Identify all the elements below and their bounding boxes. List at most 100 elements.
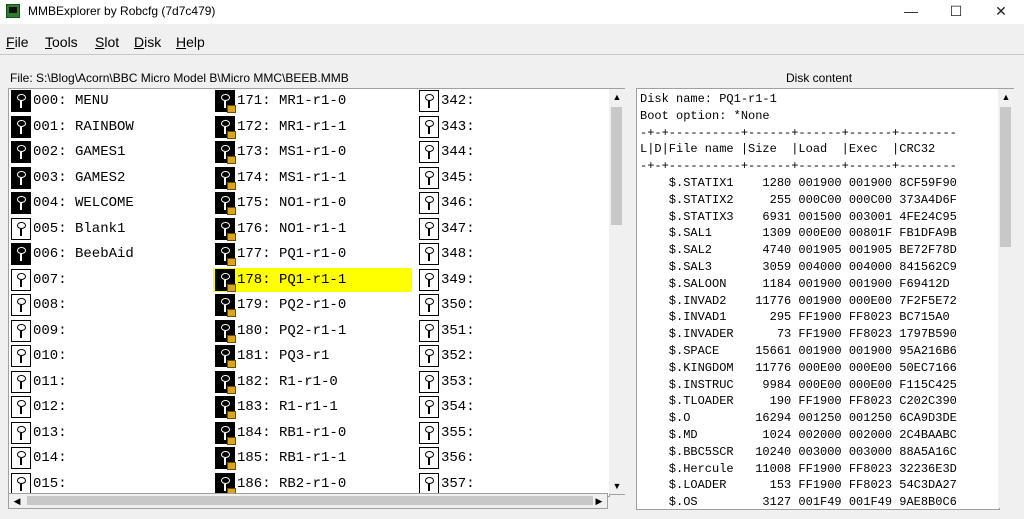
slot-item[interactable]: 186: RB2-r1-0 <box>213 472 412 496</box>
disk-content-line: $.BBC5SCR 10240 003000 003000 88A5A16C <box>640 444 957 459</box>
slot-label: 008: <box>33 297 67 313</box>
slot-label: 176: NO1-r1-1 <box>237 220 347 237</box>
slot-item[interactable]: 008: <box>9 293 208 317</box>
minimize-button[interactable]: — <box>888 0 934 24</box>
menu-file[interactable]: File <box>6 34 29 50</box>
slot-item[interactable]: 347: <box>417 217 609 241</box>
content-scroll-up-icon[interactable]: ▲ <box>998 89 1014 105</box>
slot-label: 356: <box>441 450 475 466</box>
slot-item[interactable]: 000: MENU <box>9 89 208 113</box>
slot-item[interactable]: 002: GAMES1 <box>9 140 208 164</box>
locked-disk-icon <box>215 396 236 419</box>
slot-label: 349: <box>441 271 475 288</box>
slot-label: 342: <box>441 93 475 109</box>
slots-vertical-scrollbar[interactable]: ▲ ▼ <box>609 88 625 495</box>
slot-label: 012: <box>33 399 67 415</box>
slot-item[interactable]: 180: PQ2-r1-1 <box>213 319 412 343</box>
content-scroll-thumb[interactable] <box>1000 107 1011 247</box>
slot-item[interactable]: 176: NO1-r1-1 <box>213 217 412 241</box>
slot-item[interactable]: 351: <box>417 319 609 343</box>
slot-label: 352: <box>441 348 475 364</box>
disk-content-panel[interactable]: Disk name: PQ1-r1-1 Boot option: *None -+-… <box>636 88 1000 510</box>
lock-icon <box>227 436 236 445</box>
slot-item[interactable]: 010: <box>9 344 208 368</box>
slot-label: 175: NO1-r1-0 <box>237 195 347 211</box>
empty-disk-icon <box>419 115 439 138</box>
menu-slot[interactable]: Slot <box>95 34 119 50</box>
disk-content-line: $.INSTRUC 9984 000E00 000E00 F115C425 <box>640 377 957 392</box>
slot-item[interactable]: 009: <box>9 319 208 343</box>
scroll-right-icon[interactable]: ▶ <box>591 494 607 508</box>
slot-item[interactable]: 177: PQ1-r1-0 <box>213 242 412 266</box>
slot-item[interactable]: 172: MR1-r1-1 <box>213 115 412 139</box>
menu-tools[interactable]: Tools <box>45 34 78 50</box>
slot-item[interactable]: 001: RAINBOW <box>9 115 208 139</box>
disk-content-line: $.STATIX3 6931 001500 003001 4FE24C95 <box>640 209 957 224</box>
slot-item[interactable]: 006: BeebAid <box>9 242 208 266</box>
slot-item[interactable]: 171: MR1-r1-0 <box>213 89 412 113</box>
slot-item[interactable]: 007: <box>9 268 208 292</box>
slot-item[interactable]: 343: <box>417 115 609 139</box>
slot-item[interactable]: 346: <box>417 191 609 215</box>
maximize-button[interactable]: ☐ <box>933 0 979 24</box>
slots-list[interactable]: 000: MENU 001: RAINBOW 002: GAMES1 003: GAM… <box>8 88 610 497</box>
disk-content-scrollbar[interactable]: ▲ <box>998 88 1014 508</box>
slot-item[interactable]: 348: <box>417 242 609 266</box>
menu-tools-mnemonic: T <box>45 34 52 50</box>
slot-item[interactable]: 350: <box>417 293 609 317</box>
disk-content-line: $.OS 3127 001F49 001F49 9AE8B0C6 <box>640 495 957 510</box>
slot-item[interactable]: 011: <box>9 370 208 394</box>
slot-label: 014: <box>33 450 67 466</box>
locked-disk-icon <box>215 472 236 496</box>
slot-item[interactable]: 342: <box>417 89 609 113</box>
disk-content-line: $.LOADER 153 FF1900 FF8023 54C3DA27 <box>640 478 957 493</box>
slot-item[interactable]: 353: <box>417 370 609 394</box>
slot-item[interactable]: 181: PQ3-r1 <box>213 344 412 368</box>
lock-icon <box>227 181 236 190</box>
menu-help[interactable]: Help <box>176 34 205 50</box>
slot-item[interactable]: 003: GAMES2 <box>9 166 208 190</box>
slot-item[interactable]: 355: <box>417 421 609 445</box>
slot-item[interactable]: 005: Blank1 <box>9 217 208 241</box>
slot-label: 344: <box>441 144 475 160</box>
slot-item[interactable]: 357: <box>417 472 609 496</box>
slot-item[interactable]: 344: <box>417 140 609 164</box>
empty-disk-icon <box>11 345 31 367</box>
slot-item[interactable]: 004: WELCOME <box>9 191 208 215</box>
scroll-up-icon[interactable]: ▲ <box>609 89 625 105</box>
slots-horizontal-scroll-thumb[interactable] <box>27 496 593 505</box>
menu-disk[interactable]: Disk <box>134 34 161 50</box>
slot-item[interactable]: 184: RB1-r1-0 <box>213 421 412 445</box>
slot-item[interactable]: 185: RB1-r1-1 <box>213 446 412 470</box>
slot-item[interactable]: 182: R1-r1-0 <box>213 370 412 394</box>
slot-item[interactable]: 354: <box>417 395 609 419</box>
close-button[interactable]: ✕ <box>978 0 1024 24</box>
scroll-left-icon[interactable]: ◀ <box>9 494 25 508</box>
lock-icon <box>227 258 236 266</box>
slot-item[interactable]: 013: <box>9 421 208 445</box>
slot-item[interactable]: 174: MS1-r1-1 <box>213 166 412 190</box>
disk-icon <box>11 115 31 138</box>
slot-item-selected[interactable]: 178: PQ1-r1-1 <box>213 267 412 292</box>
slot-item[interactable]: 173: MS1-r1-0 <box>213 140 412 164</box>
slot-label: 185: RB1-r1-1 <box>237 450 347 466</box>
slots-vertical-scroll-thumb[interactable] <box>611 107 622 225</box>
slot-item[interactable]: 012: <box>9 395 208 419</box>
scroll-down-icon[interactable]: ▼ <box>609 478 625 494</box>
slots-horizontal-scrollbar[interactable]: ◀ ▶ <box>8 493 608 509</box>
slot-label: 179: PQ2-r1-0 <box>237 297 347 313</box>
slot-item[interactable]: 183: R1-r1-1 <box>213 395 412 419</box>
slot-item[interactable]: 175: NO1-r1-0 <box>213 191 412 215</box>
locked-disk-icon <box>215 268 236 292</box>
disk-content-line: $.STATIX1 1280 001900 001900 8CF59F90 <box>640 175 957 190</box>
slot-label: 347: <box>441 220 475 237</box>
slot-item[interactable]: 014: <box>9 446 208 470</box>
slot-item[interactable]: 356: <box>417 446 609 470</box>
slot-item[interactable]: 179: PQ2-r1-0 <box>213 293 412 317</box>
disk-content-line: $.SAL2 4740 001905 001905 BE72F78D <box>640 243 957 258</box>
slot-item[interactable]: 015: <box>9 472 208 496</box>
slot-label: 002: GAMES1 <box>33 144 126 160</box>
slot-item[interactable]: 345: <box>417 166 609 190</box>
slot-item[interactable]: 349: <box>417 268 609 292</box>
slot-item[interactable]: 352: <box>417 344 609 368</box>
